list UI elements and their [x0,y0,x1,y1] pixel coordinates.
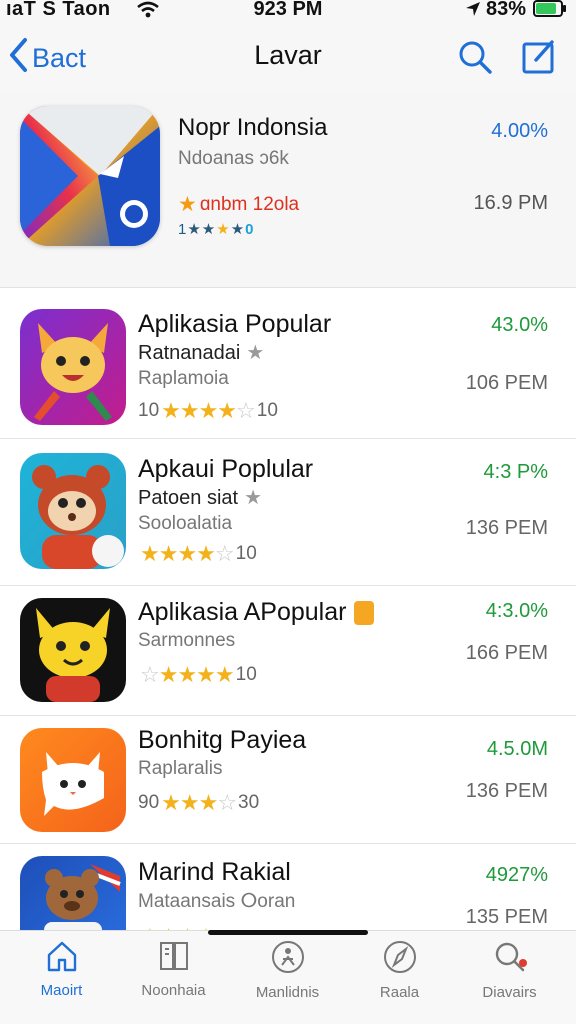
search-icon[interactable] [456,38,494,81]
app-title: Apkaui Poplular [138,455,314,483]
app-time: 136 PEM [465,517,548,539]
games-icon [270,941,306,979]
star-rating-icon: ★★★☆ [161,790,237,815]
star-icon: ★ [216,221,230,238]
compose-icon[interactable] [520,38,558,81]
rating-suffix: 10 [235,664,257,685]
featured-app-title: Nopr Indonsia [178,114,328,141]
app-time: 106 PEM [465,372,548,394]
list-item[interactable]: Apkaui Poplular Patoen siat ★ Sooloalatia… [0,439,576,586]
status-bar: ıaT S Taon 923 PM 83% [0,0,576,22]
app-subtitle: Raplaralis [138,758,223,779]
tab-bar: Maoirt Noonhaia Manlidnis Raala Diavairs [0,930,576,1024]
tab-label: Diavairs [482,984,537,1001]
app-time: 135 PEM [465,906,548,928]
app-category: Sooloalatia [138,513,233,534]
location-icon [464,0,482,23]
home-icon [45,941,79,977]
list-item[interactable]: Aplikasia Popular Ratnanadai ★ Raplamoia … [0,296,576,439]
featured-app-rating: 1 ★ ★ ★ ★ 0 [178,220,254,239]
battery-icon [533,0,567,23]
featured-app-percent: 4.00% [491,120,548,142]
featured-app-card[interactable]: Nopr Indonsia Ndoanas ɔ6k ★ ɑnbm 12ola 1… [0,92,576,288]
app-percent: 4927% [485,864,548,886]
app-rating: 90 ★★★☆ 30 [138,790,259,816]
featured-rating-prefix: 1 [178,220,187,238]
home-indicator [208,930,368,935]
star-rating-icon: ★★★★☆ [161,398,256,423]
app-title-text: Aplikasia APopular [138,598,347,626]
app-title: Aplikasia Popular [138,310,332,338]
list-item[interactable]: Aplikasia APopular Sarmonnes ☆★★★★ 10 4:… [0,586,576,716]
tab-label: Maoirt [40,982,83,999]
white-cat-icon[interactable] [20,728,126,832]
app-list: Aplikasia Popular Ratnanadai ★ Raplamoia … [0,296,576,964]
app-subtitle: Mataansais ⵔoran [138,891,296,912]
fox-icon[interactable] [20,309,126,425]
rating-prefix: 90 [138,792,160,813]
star-rating-icon: ★★★★☆ [140,541,235,566]
star-icon: ★ [230,221,245,238]
app-title: Marind Rakial [138,858,291,886]
app-percent: 43.0% [491,314,548,336]
tab-label: Raala [379,984,420,1001]
app-time: 136 PEM [465,780,548,802]
app-rating: 10 ★★★★☆ 10 [138,398,278,424]
search-icon [492,942,528,979]
featured-app-subtitle: Ndoanas ɔ6k [178,148,289,169]
compass-icon [382,941,418,979]
app-percent: 4.5.0M [486,738,548,760]
cat-icon[interactable] [20,598,126,702]
featured-app-badge: ★ ɑnbm 12ola [178,192,299,217]
app-subtitle: Sarmonnes [138,630,236,651]
bear-icon[interactable] [20,453,126,569]
tab-label: Manlidnis [255,984,320,1001]
app-subtitle: Ratnanadai ★ [138,340,264,365]
tab-home[interactable]: Maoirt [4,939,119,999]
star-icon: ★ [246,342,265,364]
rating-suffix: 10 [256,400,278,421]
battery-percent: 83% [486,0,527,20]
tab-search[interactable]: Diavairs [452,939,567,1001]
rating-suffix: 30 [238,792,260,813]
app-percent: 4:3.0% [485,600,548,622]
rating-prefix: 10 [138,400,160,421]
featured-badge-text: ɑnbm 12ola [199,193,300,215]
app-subtitle: Patoen siat ★ [138,485,262,510]
star-icon: ★ [178,193,197,216]
book-icon [157,942,191,977]
app-title: Aplikasia APopular [138,598,375,627]
star-rating-icon: ☆★★★★ [140,662,235,687]
star-icon: ★ [187,221,201,238]
featured-app-icon[interactable] [20,106,160,246]
badge-icon [354,601,375,626]
list-item[interactable]: Bonhitg Payiea Raplaralis 90 ★★★☆ 30 4.5… [0,716,576,844]
app-rating: ★★★★☆ 10 [138,541,257,567]
app-time: 166 PEM [465,642,548,664]
rating-suffix: 10 [235,543,257,564]
app-category: Raplamoia [138,368,229,389]
featured-rating-suffix: 0 [245,220,254,238]
app-subtitle-text: Ratnanadai [138,342,241,364]
app-subtitle-text: Patoen siat [138,487,239,509]
tab-label: Noonhaia [141,982,206,999]
navigation-bar: Bact Lavar [0,22,576,92]
app-rating: ☆★★★★ 10 [138,662,257,688]
tab-books[interactable]: Noonhaia [116,939,231,999]
featured-app-time: 16.9 PM [473,192,548,214]
star-icon: ★ [201,221,216,238]
app-title: Bonhitg Payiea [138,726,307,754]
star-icon: ★ [244,487,263,509]
tab-games[interactable]: Manlidnis [230,939,345,1001]
tab-explore[interactable]: Raala [342,939,457,1001]
app-percent: 4:3 P% [483,461,548,483]
